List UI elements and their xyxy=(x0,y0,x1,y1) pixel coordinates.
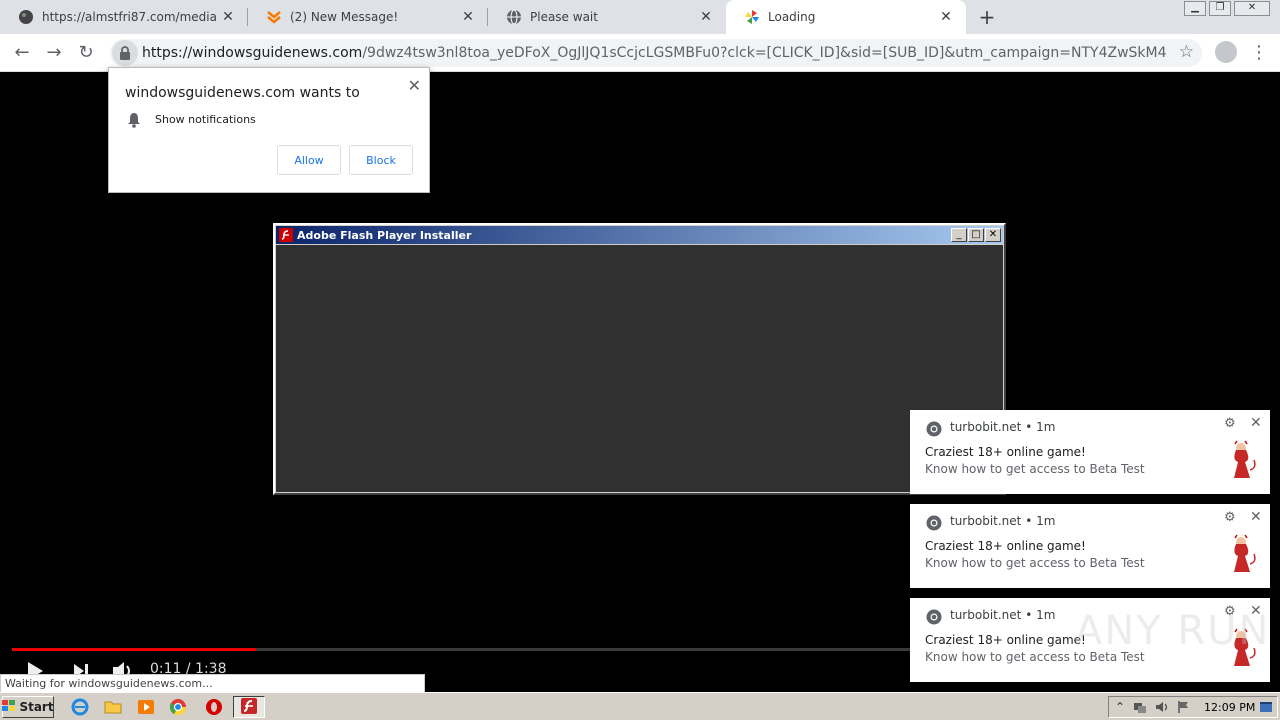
chrome-icon xyxy=(926,609,942,628)
notification-source: turbobit.net • 1m xyxy=(950,514,1056,528)
start-button[interactable]: Start xyxy=(2,696,54,718)
close-icon[interactable]: ✕ xyxy=(698,9,714,25)
flash-installer-window: Adobe Flash Player Installer _ □ ✕ xyxy=(273,223,1006,495)
internet-explorer-icon[interactable] xyxy=(71,698,89,716)
allow-button[interactable]: Allow xyxy=(277,145,341,175)
gear-icon[interactable]: ⚙ xyxy=(1224,510,1236,525)
desktop-notification[interactable]: turbobit.net • 1m ⚙ ✕ Craziest 18+ onlin… xyxy=(910,410,1270,494)
opera-icon[interactable] xyxy=(205,698,223,716)
window-minimize-button[interactable]: ▁ xyxy=(1184,1,1206,16)
network-icon[interactable] xyxy=(1133,700,1147,717)
tab-strip: https://almstfri87.com/mediahosting ✕ (2… xyxy=(0,0,1280,34)
url-text[interactable]: https://windowsguidenews.com/9dwz4tsw3nl… xyxy=(142,45,1167,61)
tab-loading[interactable]: Loading ✕ xyxy=(726,0,966,34)
notification-body: Know how to get access to Beta Test xyxy=(925,556,1145,570)
address-bar[interactable]: https://windowsguidenews.com/9dwz4tsw3nl… xyxy=(110,39,1202,67)
tab-title: (2) New Message! xyxy=(290,10,399,24)
profile-avatar-icon[interactable] xyxy=(1215,41,1237,63)
status-bubble: Waiting for windowsguidenews.com... xyxy=(0,674,425,692)
tab-title: Please wait xyxy=(530,10,598,24)
notification-permission-prompt: windowsguidenews.com wants to ✕ Show not… xyxy=(108,67,430,193)
block-button[interactable]: Block xyxy=(349,145,413,175)
reload-icon[interactable]: ↻ xyxy=(74,41,98,65)
close-icon[interactable]: ✕ xyxy=(220,9,236,25)
chrome-icon xyxy=(926,421,942,440)
start-label: Start xyxy=(19,700,54,714)
tab-almstfri87[interactable]: https://almstfri87.com/mediahosting ✕ xyxy=(0,0,248,34)
chevron-up-icon[interactable]: ⌃ xyxy=(1115,700,1125,714)
installer-content-area xyxy=(276,245,1003,492)
close-icon[interactable]: ✕ xyxy=(460,9,476,25)
dark-circle-icon xyxy=(18,9,34,25)
window-title: Adobe Flash Player Installer xyxy=(297,228,472,242)
show-desktop-icon[interactable] xyxy=(1259,700,1273,717)
clock[interactable]: 12:09 PM xyxy=(1204,701,1255,714)
close-icon[interactable]: ✕ xyxy=(1250,415,1262,431)
permission-label: Show notifications xyxy=(155,113,256,126)
gear-icon[interactable]: ⚙ xyxy=(1224,416,1236,431)
taskbar-flash-installer[interactable] xyxy=(233,696,265,718)
kebab-menu-icon[interactable]: ⋮ xyxy=(1250,41,1268,65)
notification-source: turbobit.net • 1m xyxy=(950,420,1056,434)
back-icon[interactable]: ← xyxy=(10,41,34,65)
window-close-button[interactable]: ✕ xyxy=(1234,1,1270,16)
video-progress-fill xyxy=(12,648,256,651)
new-tab-button[interactable]: + xyxy=(976,6,998,28)
chrome-icon xyxy=(926,515,942,534)
bell-icon xyxy=(127,112,141,131)
volume-tray-icon[interactable] xyxy=(1155,700,1169,717)
devil-character-icon xyxy=(1224,534,1258,577)
chrome-taskbar-icon[interactable] xyxy=(169,698,187,716)
notification-body: Know how to get access to Beta Test xyxy=(925,462,1145,476)
folder-icon[interactable] xyxy=(104,698,122,716)
minimize-button[interactable]: _ xyxy=(951,228,967,242)
adobe-flash-icon xyxy=(241,697,257,717)
windows-logo-icon xyxy=(2,699,16,715)
tab-please-wait[interactable]: Please wait ✕ xyxy=(488,0,726,34)
system-tray: ⌃ 12:09 PM xyxy=(1108,696,1278,718)
colorful-pinwheel-icon xyxy=(744,9,760,25)
close-icon[interactable]: ✕ xyxy=(408,76,421,95)
lock-icon[interactable] xyxy=(112,40,138,66)
bookmark-star-icon[interactable]: ☆ xyxy=(1179,42,1194,62)
media-player-icon[interactable] xyxy=(137,698,155,716)
tab-title: https://almstfri87.com/mediahosting xyxy=(42,10,217,24)
desktop-notification[interactable]: turbobit.net • 1m ⚙ ✕ Craziest 18+ onlin… xyxy=(910,504,1270,588)
devil-character-icon xyxy=(1224,440,1258,483)
maximize-button[interactable]: □ xyxy=(968,228,984,242)
globe-icon xyxy=(506,9,522,25)
orange-chevrons-icon xyxy=(266,9,282,25)
close-button[interactable]: ✕ xyxy=(985,228,1001,242)
anyrun-watermark: ANY RUN xyxy=(1075,608,1271,654)
tab-title: Loading xyxy=(768,10,816,24)
forward-icon[interactable]: → xyxy=(42,41,66,65)
flag-icon[interactable] xyxy=(1177,700,1191,717)
url-host: https://windowsguidenews.com xyxy=(142,45,363,61)
url-path: /9dwz4tsw3nl8toa_yeDFoX_OgJlJQ1sCcjcLGSM… xyxy=(362,45,1167,61)
windows-taskbar: Start ⌃ 12:09 PM xyxy=(0,692,1280,720)
notification-title: Craziest 18+ online game! xyxy=(925,539,1086,553)
window-restore-button[interactable]: ❐ xyxy=(1209,1,1231,16)
prompt-title: windowsguidenews.com wants to xyxy=(125,85,360,101)
adobe-flash-icon xyxy=(279,228,293,242)
tab-new-message[interactable]: (2) New Message! ✕ xyxy=(248,0,488,34)
notification-title: Craziest 18+ online game! xyxy=(925,633,1086,647)
notification-title: Craziest 18+ online game! xyxy=(925,445,1086,459)
window-titlebar[interactable]: Adobe Flash Player Installer _ □ ✕ xyxy=(276,226,1003,244)
close-icon[interactable]: ✕ xyxy=(1250,509,1262,525)
close-icon[interactable]: ✕ xyxy=(938,9,954,25)
notification-source: turbobit.net • 1m xyxy=(950,608,1056,622)
